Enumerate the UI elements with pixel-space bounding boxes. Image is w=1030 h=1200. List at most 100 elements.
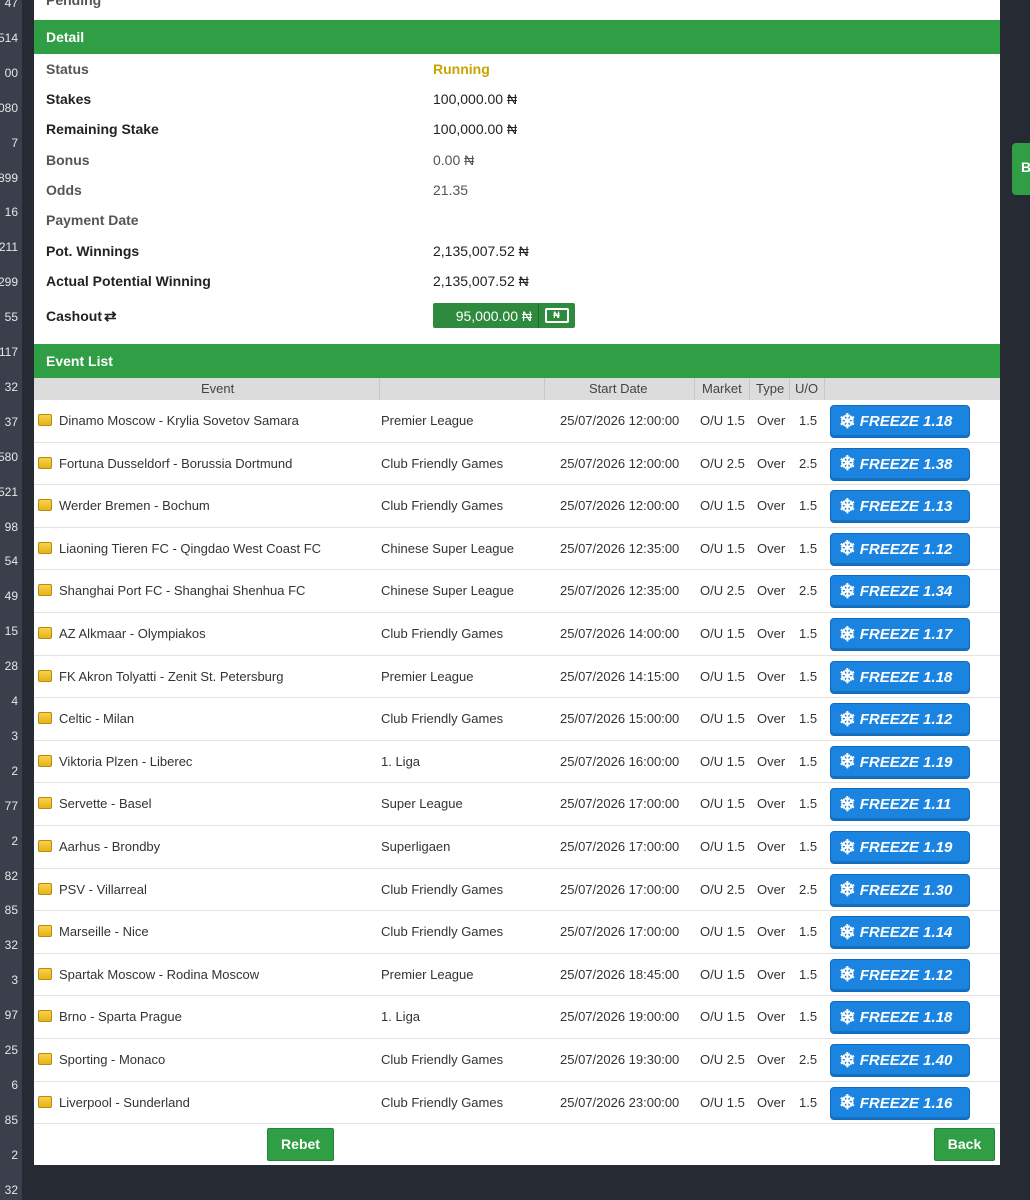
freeze-button[interactable]: ❄ FREEZE 1.17 bbox=[830, 618, 970, 651]
event-league: Superligaen bbox=[381, 839, 451, 854]
strip-number: 54 bbox=[4, 554, 18, 569]
event-start-date: 25/07/2026 12:00:00 bbox=[560, 498, 680, 514]
rebet-button[interactable]: Rebet bbox=[267, 1128, 334, 1161]
event-row: Brno - Sparta Prague 1. Liga 25/07/2026 19… bbox=[34, 996, 1000, 1039]
event-type: Over bbox=[757, 924, 786, 940]
status-label: Status bbox=[46, 61, 89, 77]
event-name: Celtic - Milan bbox=[59, 711, 135, 727]
snowflake-icon: ❄ bbox=[839, 921, 856, 944]
snowflake-icon: ❄ bbox=[839, 1092, 856, 1115]
folder-icon bbox=[38, 967, 52, 980]
strip-number: 85 bbox=[4, 1112, 18, 1127]
event-name: Liverpool - Sunderland bbox=[59, 1094, 190, 1110]
event-market: O/U 1.5 bbox=[700, 668, 745, 684]
event-row: PSV - Villarreal Club Friendly Games 25/07… bbox=[34, 869, 1000, 912]
snowflake-icon: ❄ bbox=[839, 793, 856, 816]
event-row: Fortuna Dusseldorf - Borussia Dortmund Cl… bbox=[34, 443, 1000, 486]
event-name: Servette - Basel bbox=[59, 796, 152, 812]
cashout-button[interactable]: 95,000.00 ₦ ₦ bbox=[433, 303, 575, 328]
col-type: Type bbox=[756, 381, 785, 396]
freeze-button[interactable]: ❄ FREEZE 1.18 bbox=[830, 405, 970, 438]
event-league: Club Friendly Games bbox=[381, 711, 504, 727]
event-league: Club Friendly Games bbox=[381, 924, 504, 940]
freeze-button[interactable]: ❄ FREEZE 1.11 bbox=[830, 788, 970, 822]
event-table-header: Event Start Date Market Type U/O bbox=[34, 378, 1000, 400]
freeze-button[interactable]: ❄ FREEZE 1.18 bbox=[830, 1001, 970, 1035]
pending-label: Pending bbox=[46, 0, 102, 8]
side-tab[interactable]: B bbox=[1012, 143, 1030, 195]
freeze-button[interactable]: ❄ FREEZE 1.19 bbox=[830, 831, 970, 864]
event-type: Over bbox=[757, 540, 786, 556]
freeze-button[interactable]: ❄ FREEZE 1.30 bbox=[830, 873, 970, 907]
freeze-button[interactable]: ❄ FREEZE 1.38 bbox=[830, 447, 970, 481]
event-league: Super League bbox=[381, 796, 463, 812]
freeze-label: FREEZE 1.38 bbox=[859, 455, 953, 473]
event-market: O/U 1.5 bbox=[700, 626, 745, 641]
event-league: Chinese Super League bbox=[381, 540, 514, 556]
event-name: Sporting - Monaco bbox=[59, 1052, 166, 1067]
event-row: Liverpool - Sunderland Club Friendly Game… bbox=[34, 1082, 1000, 1125]
event-type: Over bbox=[757, 1052, 786, 1067]
strip-number: 15 bbox=[4, 624, 18, 639]
actual-potential-winning-label: Actual Potential Winning bbox=[46, 273, 211, 289]
event-start-date: 25/07/2026 12:35:00 bbox=[560, 540, 680, 556]
back-button[interactable]: Back bbox=[934, 1128, 995, 1161]
refresh-icon[interactable]: ⇄ bbox=[104, 307, 117, 325]
event-type: Over bbox=[757, 1094, 786, 1110]
event-type: Over bbox=[757, 583, 786, 599]
freeze-button[interactable]: ❄ FREEZE 1.12 bbox=[830, 532, 970, 566]
event-league: Club Friendly Games bbox=[381, 1052, 504, 1067]
event-type: Over bbox=[757, 839, 786, 854]
freeze-label: FREEZE 1.12 bbox=[859, 966, 953, 984]
event-league: Premier League bbox=[381, 966, 474, 982]
event-uo: 1.5 bbox=[799, 413, 818, 428]
event-row: Spartak Moscow - Rodina Moscow Premier Le… bbox=[34, 954, 1000, 997]
event-league: Chinese Super League bbox=[381, 583, 514, 599]
strip-number: 25 bbox=[4, 1043, 18, 1057]
event-name: Brno - Sparta Prague bbox=[59, 1009, 182, 1025]
freeze-label: FREEZE 1.19 bbox=[859, 839, 953, 856]
folder-icon bbox=[38, 882, 52, 895]
event-name: AZ Alkmaar - Olympiakos bbox=[59, 626, 206, 641]
event-name: Aarhus - Brondby bbox=[59, 839, 161, 854]
col-uo: U/O bbox=[795, 381, 819, 396]
freeze-button[interactable]: ❄ FREEZE 1.14 bbox=[830, 916, 970, 950]
folder-icon bbox=[38, 541, 52, 554]
snowflake-icon: ❄ bbox=[839, 879, 856, 902]
event-uo: 1.5 bbox=[799, 839, 818, 854]
strip-number: 98 bbox=[4, 519, 18, 534]
freeze-button[interactable]: ❄ FREEZE 1.18 bbox=[830, 660, 970, 694]
freeze-button[interactable]: ❄ FREEZE 1.12 bbox=[830, 958, 970, 992]
event-row: Viktoria Plzen - Liberec 1. Liga 25/07/202… bbox=[34, 741, 1000, 784]
detail-row-bonus: Bonus 0.00 ₦ bbox=[34, 144, 1000, 174]
remaining-stake-value: 100,000.00 ₦ bbox=[433, 121, 518, 137]
freeze-button[interactable]: ❄ FREEZE 1.19 bbox=[830, 745, 970, 779]
freeze-button[interactable]: ❄ FREEZE 1.34 bbox=[830, 575, 970, 609]
stakes-label: Stakes bbox=[46, 91, 92, 107]
freeze-button[interactable]: ❄ FREEZE 1.13 bbox=[830, 490, 970, 524]
event-market: O/U 2.5 bbox=[700, 1052, 745, 1067]
freeze-button[interactable]: ❄ FREEZE 1.12 bbox=[830, 703, 970, 737]
cashout-label-wrap: Cashout ⇄ bbox=[46, 307, 117, 325]
snowflake-icon: ❄ bbox=[839, 1049, 856, 1072]
detail-row-stakes: Stakes 100,000.00 ₦ bbox=[34, 83, 1000, 113]
freeze-label: FREEZE 1.11 bbox=[859, 796, 952, 814]
strip-number: 00 bbox=[4, 65, 18, 80]
freeze-label: FREEZE 1.17 bbox=[859, 626, 953, 643]
freeze-button[interactable]: ❄ FREEZE 1.40 bbox=[830, 1044, 970, 1077]
strip-number: 3 bbox=[11, 973, 18, 988]
event-type: Over bbox=[757, 413, 786, 428]
strip-number: 580 bbox=[0, 449, 18, 464]
strip-number: 514 bbox=[0, 30, 18, 45]
event-row: Celtic - Milan Club Friendly Games 25/07/2… bbox=[34, 698, 1000, 741]
col-market: Market bbox=[702, 381, 742, 396]
folder-icon bbox=[38, 925, 52, 938]
snowflake-icon: ❄ bbox=[839, 580, 856, 603]
freeze-button[interactable]: ❄ FREEZE 1.16 bbox=[830, 1086, 970, 1120]
snowflake-icon: ❄ bbox=[839, 453, 856, 476]
strip-number: 49 bbox=[4, 589, 18, 604]
event-uo: 1.5 bbox=[799, 1009, 818, 1025]
odds-value: 21.35 bbox=[433, 182, 469, 198]
event-uo: 2.5 bbox=[799, 881, 818, 897]
event-market: O/U 1.5 bbox=[700, 924, 745, 940]
